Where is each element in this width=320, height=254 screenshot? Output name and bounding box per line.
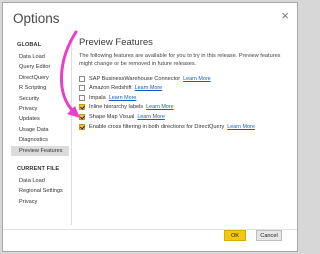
feature-label: Amazon Redshift xyxy=(89,85,132,92)
section-description: The following features are available for… xyxy=(79,53,281,68)
feature-checkbox[interactable] xyxy=(79,113,85,120)
close-icon[interactable]: × xyxy=(281,9,289,22)
sidebar: GLOBAL Data Load Query Editor DirectQuery R… xyxy=(11,39,69,207)
sidebar-item-data-load[interactable]: Data Load xyxy=(11,52,69,62)
preview-features-panel: Preview Features The following features … xyxy=(79,37,291,131)
footer-divider xyxy=(3,229,297,230)
sidebar-current-item-regional-settings[interactable]: Regional Settings xyxy=(11,186,69,196)
sidebar-item-r-scripting[interactable]: R Scripting xyxy=(11,83,69,93)
feature-label: Inline hierarchy labels xyxy=(89,104,144,111)
learn-more-link[interactable]: Learn More xyxy=(146,104,174,110)
sidebar-item-directquery[interactable]: DirectQuery xyxy=(11,73,69,83)
feature-label: Shape Map Visual xyxy=(89,113,135,120)
feature-option: Inline hierarchy labels Learn More xyxy=(79,103,291,113)
feature-checkbox[interactable] xyxy=(79,104,85,111)
learn-more-link[interactable]: Learn More xyxy=(109,95,137,101)
feature-checkbox[interactable] xyxy=(79,75,85,82)
feature-label: Impala xyxy=(89,94,106,101)
feature-option: Enable cross filtering in both direction… xyxy=(79,122,291,132)
sidebar-item-usage-data[interactable]: Usage Data xyxy=(11,125,69,135)
feature-option: SAP BusinessWarehouse Connector Learn Mor… xyxy=(79,74,291,84)
sidebar-header-current-file: CURRENT FILE xyxy=(17,165,60,172)
sidebar-item-privacy[interactable]: Privacy xyxy=(11,104,69,114)
feature-checkbox[interactable] xyxy=(79,123,85,130)
feature-option: Impala Learn More xyxy=(79,93,291,103)
ok-button[interactable]: OK xyxy=(224,230,246,241)
options-dialog: Options × GLOBAL Data Load Query Editor Di… xyxy=(2,2,298,252)
learn-more-link[interactable]: Learn More xyxy=(227,124,255,130)
learn-more-link[interactable]: Learn More xyxy=(137,114,165,120)
learn-more-link[interactable]: Learn More xyxy=(135,85,163,91)
sidebar-item-updates[interactable]: Updates xyxy=(11,114,69,124)
sidebar-item-query-editor[interactable]: Query Editor xyxy=(11,62,69,72)
sidebar-item-diagnostics[interactable]: Diagnostics xyxy=(11,135,69,145)
sidebar-divider xyxy=(71,39,72,225)
feature-label: Enable cross filtering in both direction… xyxy=(89,123,225,130)
feature-option: Shape Map Visual Learn More xyxy=(79,112,291,122)
sidebar-current-item-data-load[interactable]: Data Load xyxy=(11,176,69,186)
feature-checkbox[interactable] xyxy=(79,85,85,92)
feature-label: SAP BusinessWarehouse Connector xyxy=(89,75,181,82)
dialog-title: Options xyxy=(13,11,60,26)
sidebar-item-security[interactable]: Security xyxy=(11,94,69,104)
cancel-button[interactable]: Cancel xyxy=(256,230,282,241)
learn-more-link[interactable]: Learn More xyxy=(183,76,211,82)
feature-checkbox[interactable] xyxy=(79,94,85,101)
sidebar-current-item-privacy[interactable]: Privacy xyxy=(11,197,69,207)
section-heading: Preview Features xyxy=(79,37,153,48)
sidebar-header-global: GLOBAL xyxy=(17,42,42,48)
feature-option: Amazon Redshift Learn More xyxy=(79,83,291,93)
sidebar-item-preview-features[interactable]: Preview Features xyxy=(11,145,69,156)
